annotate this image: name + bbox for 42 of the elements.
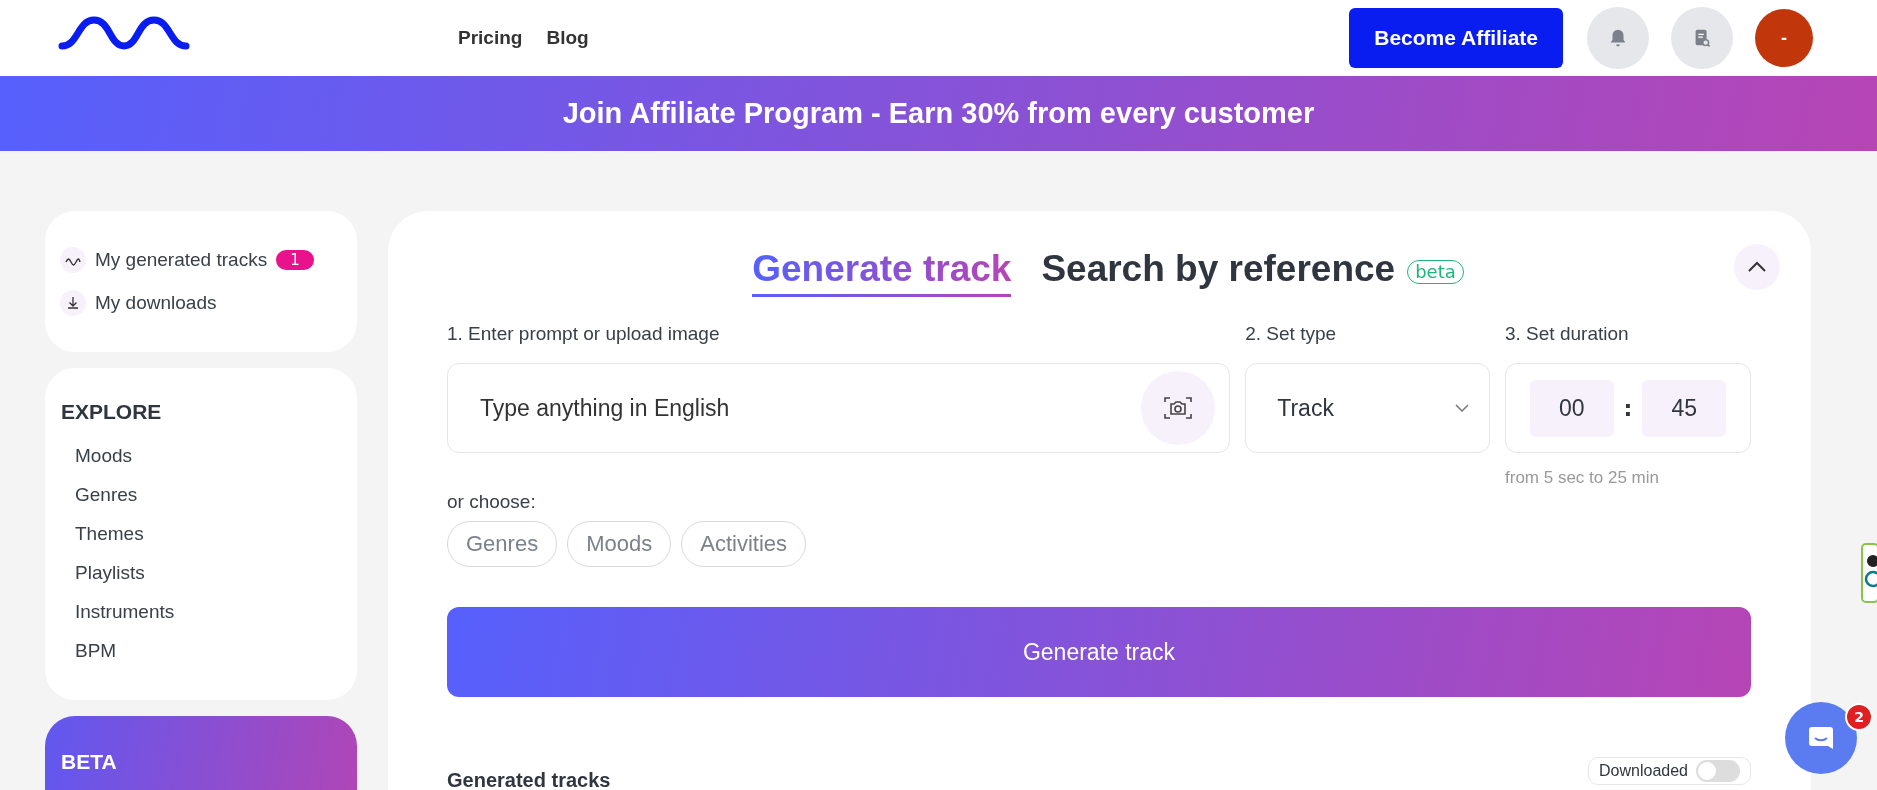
explore-item[interactable]: BPM [61,631,341,670]
download-icon [60,290,86,316]
avatar-button[interactable]: - [1755,9,1813,67]
nav-link[interactable]: Pricing [458,27,523,49]
duration-hint: from 5 sec to 25 min [1505,468,1660,488]
extension-widget-icon[interactable] [1861,543,1877,603]
prompt-field[interactable]: Type anything in English [447,363,1231,453]
wave-icon [60,247,86,273]
nav-link[interactable]: Blog [546,27,589,49]
category-chip[interactable]: Moods [567,521,672,567]
explore-heading: EXPLORE [61,400,163,424]
field-label: 3. Set duration [1505,323,1630,345]
type-dropdown[interactable]: Track [1245,363,1490,453]
affiliate-banner[interactable]: Join Affiliate Program - Earn 30% from every customer [0,76,1877,151]
minutes-field[interactable]: 00 [1530,379,1614,437]
field-label: 1. Enter prompt or upload image [447,323,721,345]
explore-item[interactable]: Playlists [61,553,341,592]
time-separator: : [1623,395,1633,421]
become-affiliate-button[interactable]: Become Affiliate [1349,8,1563,68]
beta-card[interactable]: BETA [45,716,357,790]
count-badge: 1 [276,250,314,270]
sidebar-item[interactable]: My generated tracks [95,249,268,271]
seconds-field[interactable]: 45 [1642,379,1726,437]
chat-badge: 2 [1845,703,1873,731]
or-choose-label: or choose: [447,491,537,513]
category-chip[interactable]: Activities [681,521,806,567]
explore-item[interactable]: Moods [61,436,341,475]
explore-item[interactable]: Themes [61,514,341,553]
generated-tracks-heading: Generated tracks [447,769,611,790]
tab[interactable]: Search by reference [1041,247,1396,297]
beta-card-title: BETA [61,750,117,773]
chevron-down-icon [1455,404,1469,412]
explore-item[interactable]: Genres [61,475,341,514]
sidebar-item[interactable]: My downloads [95,292,217,314]
collapse-chevron-icon[interactable] [1734,244,1780,290]
category-chip[interactable]: Genres [447,521,558,567]
toggle-switch[interactable] [1696,760,1740,782]
wave-logo-icon[interactable] [58,16,190,52]
explore-item[interactable]: Instruments [61,592,341,631]
field-label: 2. Set type [1245,323,1338,345]
downloaded-filter[interactable]: Downloaded [1588,757,1751,785]
generate-track-button[interactable]: Generate track [447,607,1751,697]
